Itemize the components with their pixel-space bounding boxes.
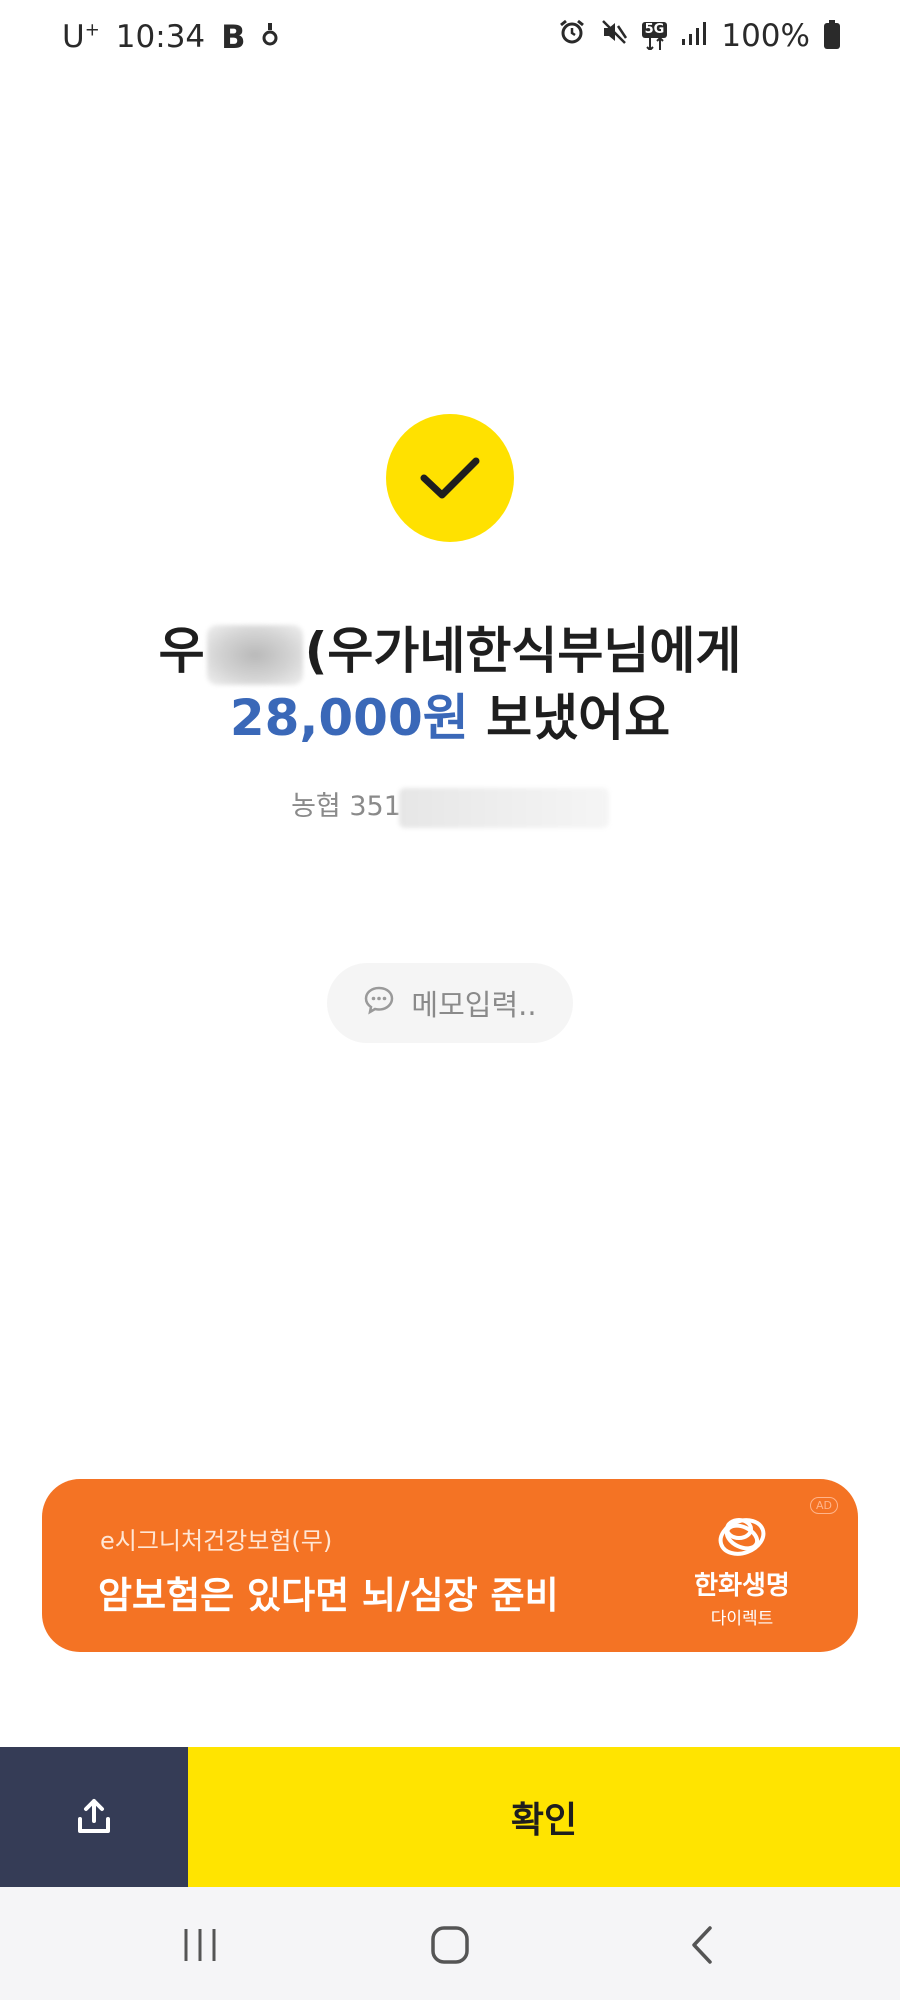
- recipient-suffix: (우가네한식부님에게: [304, 622, 742, 680]
- signal-icon: [681, 18, 707, 54]
- ad-brand-name: 한화생명: [694, 1571, 790, 1601]
- confirm-button[interactable]: 확인: [188, 1747, 900, 1887]
- sent-text: 보냈어요: [468, 688, 671, 747]
- account-number-blurred: [398, 787, 609, 828]
- network-5g-icon: 5G: [641, 22, 668, 50]
- system-nav-bar: [0, 1887, 900, 2000]
- back-button[interactable]: [672, 1915, 732, 1975]
- memo-input-button[interactable]: 메모입력..: [327, 963, 573, 1043]
- amount-line: 28,000원 보냈어요: [0, 685, 900, 751]
- mute-icon: [600, 18, 628, 54]
- app-b-icon: B: [221, 18, 246, 56]
- carrier-label: U+: [62, 19, 100, 55]
- recipient-line: 우 (우가네한식부님에게: [0, 618, 900, 685]
- speech-bubble-icon: [363, 985, 395, 1022]
- ad-badge: AD: [810, 1497, 838, 1514]
- transfer-result-title: 우 (우가네한식부님에게 28,000원 보냈어요: [0, 618, 900, 751]
- recipient-prefix: 우: [158, 622, 205, 680]
- memo-label: 메모입력..: [411, 988, 537, 1022]
- alarm-icon: [558, 18, 586, 54]
- check-icon: [420, 457, 480, 499]
- ad-subtitle: e시그니처건강보험(무): [100, 1527, 333, 1555]
- status-bar-left: U+ 10:34 B: [62, 18, 278, 56]
- notification-icon: [262, 19, 278, 55]
- status-bar: U+ 10:34 B 5G 100%: [0, 0, 900, 76]
- back-icon: [692, 1926, 712, 1964]
- recipient-name-blurred: [206, 624, 303, 685]
- home-icon: [431, 1926, 469, 1964]
- share-button[interactable]: [0, 1747, 188, 1887]
- bank-account: 농협 351: [0, 784, 900, 828]
- success-check: [386, 414, 514, 542]
- ad-headline: 암보험은 있다면 뇌/심장 준비: [98, 1574, 559, 1617]
- recent-apps-button[interactable]: [170, 1915, 230, 1975]
- ad-brand-sub: 다이렉트: [710, 1609, 774, 1629]
- hanwha-logo: 한화생명 다이렉트: [672, 1507, 812, 1629]
- status-bar-right: 5G 100%: [558, 18, 840, 54]
- battery-icon: [824, 20, 840, 49]
- battery-percent: 100%: [721, 18, 810, 54]
- ad-banner[interactable]: e시그니처건강보험(무) 암보험은 있다면 뇌/심장 준비 AD 한화생명 다이…: [42, 1479, 858, 1652]
- home-button[interactable]: [420, 1915, 480, 1975]
- recent-apps-icon: [184, 1929, 216, 1961]
- bank-account-text: 농협 351: [291, 791, 401, 822]
- clock: 10:34: [115, 19, 206, 55]
- share-upload-icon: [78, 1799, 110, 1833]
- transfer-amount: 28,000원: [229, 688, 469, 747]
- hanwha-logo-icon: [718, 1518, 766, 1556]
